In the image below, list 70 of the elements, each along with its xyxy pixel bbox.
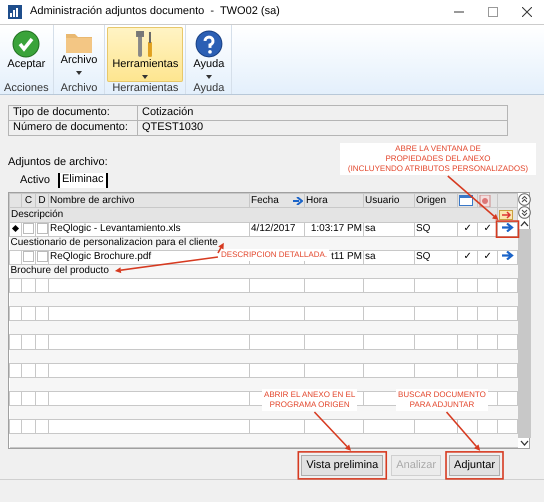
check-mark: ✓ <box>458 250 478 264</box>
arrow-right-icon <box>293 196 303 205</box>
ribbon-button[interactable]: Herramientas <box>107 27 184 82</box>
table-cell: SQ <box>414 250 458 264</box>
caret-icon <box>142 75 148 79</box>
table-cell: ReQlogic - Levantamiento.xls <box>48 222 250 236</box>
check-mark: ✓ <box>478 222 498 236</box>
table-cell: sa <box>364 222 414 236</box>
column-header: Origen <box>414 194 458 208</box>
annotation-arrow <box>314 411 352 451</box>
checkbox[interactable] <box>23 223 34 234</box>
properties-button[interactable] <box>502 251 514 260</box>
checkbox[interactable] <box>36 223 48 234</box>
column-header: Descripción <box>10 208 498 222</box>
ribbon-button[interactable]: Ayuda <box>188 27 230 82</box>
table-cell: 1:03:17 PM <box>304 222 364 236</box>
column-header: Nombre de archivo <box>48 194 250 208</box>
check-mark: ✓ <box>458 222 478 236</box>
section-label: Adjuntos de archivo: <box>8 156 108 168</box>
maximize-icon <box>488 7 498 17</box>
check-icon <box>12 30 40 58</box>
checkbox[interactable] <box>36 251 48 262</box>
table-cell: sa <box>364 250 414 264</box>
ribbon-button[interactable]: Aceptar <box>2 27 50 82</box>
description-cell: Cuestionario de personalizacion para el cliente <box>10 236 518 250</box>
ribbon-button[interactable]: Archivo <box>56 27 102 82</box>
annotation-arrow <box>446 411 480 451</box>
caret-icon <box>76 71 82 76</box>
check-mark: ✓ <box>478 250 498 264</box>
caret-icon <box>206 75 212 79</box>
column-header: D <box>36 194 48 208</box>
column-header: Usuario <box>364 194 414 208</box>
properties-button[interactable] <box>502 223 514 232</box>
annotation-text: BUSCAR DOCUMENTO PARA ADJUNTAR <box>396 389 488 411</box>
annotation-text: ABRE LA VENTANA DE PROPIEDADES DEL ANEXO (INCLUYENDO ATRIBUTOS PERSONALIZADOS) <box>340 143 536 175</box>
annotation-text: ABRIR EL ANEXO EN EL PROGRAMA ORIGEN <box>262 389 358 411</box>
column-header: Hora <box>304 194 364 208</box>
dialog-button[interactable]: Adjuntar <box>449 454 500 476</box>
ribbon-group-label: Ayuda <box>192 82 226 95</box>
arrow-right-icon <box>502 223 514 232</box>
ribbon-group-label: Acciones <box>3 82 50 95</box>
help-icon <box>194 30 223 58</box>
annotation-arrow <box>447 175 498 220</box>
tab[interactable]: Eliminac <box>58 173 108 188</box>
description-cell: Brochure del producto <box>10 264 518 279</box>
field-value: Cotización <box>138 106 508 120</box>
dialog-button[interactable]: Vista prelimina <box>301 454 384 476</box>
close-icon <box>522 7 532 17</box>
table-cell: SQ <box>414 222 458 236</box>
field-label: Tipo de documento: <box>8 106 138 120</box>
ribbon-group-label: Herramientas <box>111 82 180 95</box>
document-icon <box>479 194 491 207</box>
highlight-frame <box>496 220 520 238</box>
ribbon-group-label: Archivo <box>60 82 98 95</box>
caret-down-icon <box>520 438 529 448</box>
tab[interactable]: Activo <box>12 173 58 188</box>
app-icon <box>8 5 22 19</box>
annotation-text: DESCRIPCION DETALLADA. <box>218 249 330 261</box>
highlight-frame <box>445 451 504 480</box>
checkbox[interactable] <box>23 251 34 262</box>
column-header: C <box>22 194 36 208</box>
scrollbar-thumb[interactable] <box>518 229 531 438</box>
arrow-right-icon <box>502 251 514 260</box>
transfer-icon <box>499 210 513 220</box>
table-cell: 4/12/2017 <box>250 222 304 236</box>
field-value: QTEST1030 <box>138 120 508 136</box>
calendar-icon <box>459 195 473 206</box>
column-header: Fecha <box>251 194 279 207</box>
field-label: Número de documento: <box>8 120 138 136</box>
window-title: Administración adjuntos documento - TWO02 (sa) <box>30 5 281 19</box>
